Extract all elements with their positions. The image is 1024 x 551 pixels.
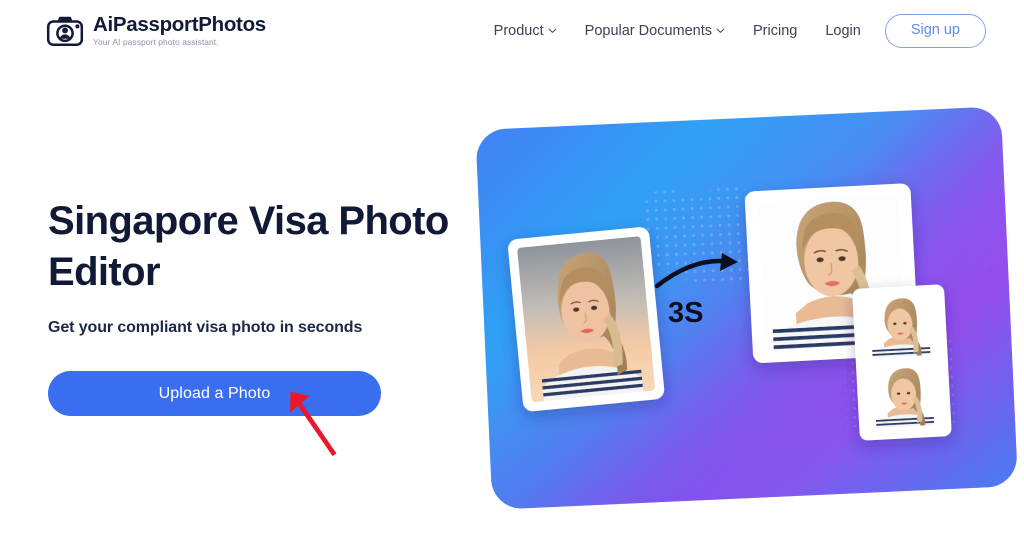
hero-illustration: 3S [470, 96, 1024, 536]
hero-copy: Singapore Visa Photo Editor Get your com… [48, 196, 478, 417]
nav-item-popular-documents[interactable]: Popular Documents [585, 17, 725, 45]
thumbnail-photo-1 [866, 296, 934, 359]
nav-item-product[interactable]: Product [494, 17, 557, 45]
chevron-down-icon [548, 26, 557, 35]
landing-page: AiPassportPhotos Your AI passport photo … [0, 0, 1024, 551]
brand-text: AiPassportPhotos Your AI passport photo … [93, 12, 266, 48]
nav-item-label: Login [825, 23, 861, 39]
site-header: AiPassportPhotos Your AI passport photo … [0, 0, 1024, 62]
signup-button[interactable]: Sign up [884, 14, 986, 48]
thumbnail-photo-2 [870, 366, 938, 429]
nav-item-label: Pricing [753, 23, 798, 39]
main-navigation: Product Popular Documents Pricing Login … [494, 14, 986, 48]
nav-item-label: Popular Documents [584, 23, 712, 39]
brand-name: AiPassportPhotos [93, 12, 266, 36]
before-passport-photo [508, 227, 665, 412]
upload-photo-button[interactable]: Upload a Photo [48, 371, 381, 417]
page-title: Singapore Visa Photo Editor [48, 199, 449, 295]
hero-subtitle: Get your compliant visa photo in seconds [48, 319, 363, 337]
camera-icon [46, 15, 84, 47]
chevron-down-icon [716, 26, 725, 35]
brand-tagline: Your AI passport photo assistant. [93, 37, 219, 48]
speed-label: 3S [668, 297, 703, 329]
nav-item-pricing[interactable]: Pricing [753, 17, 797, 45]
nav-item-label: Product [493, 23, 544, 39]
passport-photo-sheet [852, 284, 952, 441]
brand-logo[interactable]: AiPassportPhotos Your AI passport photo … [46, 12, 266, 48]
nav-item-login[interactable]: Login [825, 17, 860, 45]
